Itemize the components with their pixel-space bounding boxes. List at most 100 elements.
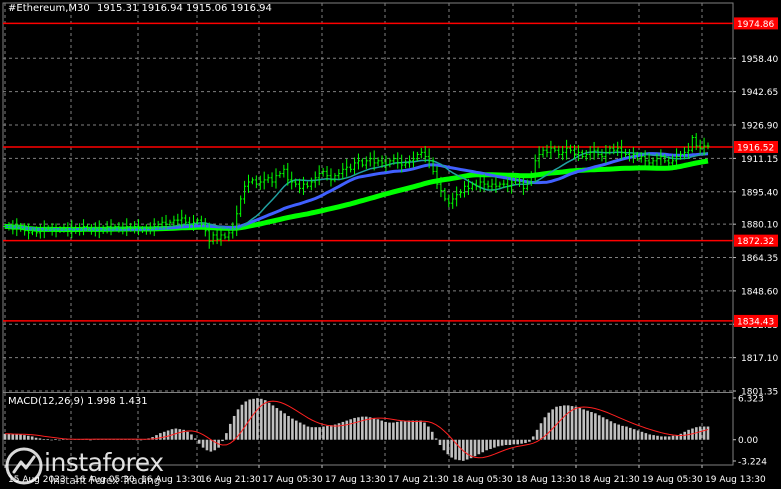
price-tick-label: 1817.10 bbox=[741, 354, 778, 364]
macd-histogram-bar bbox=[244, 401, 248, 440]
moving-averages bbox=[5, 151, 709, 232]
macd-histogram-bar bbox=[333, 424, 337, 440]
macd-histogram-bar bbox=[368, 417, 372, 440]
price-bar bbox=[298, 178, 302, 194]
macd-histogram-bar bbox=[306, 426, 310, 440]
macd-histogram-bar bbox=[415, 420, 419, 440]
macd-histogram-bar bbox=[279, 410, 283, 440]
macd-histogram-bar bbox=[578, 408, 582, 440]
macd-histogram-bar bbox=[178, 429, 182, 440]
macd-histogram-bar bbox=[617, 424, 620, 440]
macd-histogram-bar bbox=[547, 412, 551, 440]
macd-histogram-bar bbox=[601, 417, 605, 440]
price-bar bbox=[600, 149, 604, 162]
price-bar bbox=[305, 181, 309, 189]
macd-histogram-bar bbox=[629, 427, 632, 440]
price-bar bbox=[455, 186, 459, 207]
macd-histogram-bar bbox=[438, 439, 442, 446]
price-bar bbox=[537, 146, 541, 169]
price-bar bbox=[274, 168, 278, 189]
price-bar bbox=[27, 223, 31, 240]
macd-histogram-bar bbox=[434, 438, 438, 440]
macd-histogram-bar bbox=[314, 427, 318, 440]
macd-histogram-bar bbox=[632, 429, 636, 440]
macd-histogram-bar bbox=[228, 423, 232, 440]
macd-histogram-bar bbox=[27, 435, 30, 440]
macd-histogram-bar bbox=[500, 439, 504, 446]
price-bar bbox=[592, 141, 596, 160]
macd-histogram-bar bbox=[159, 433, 162, 440]
macd-histogram-bar bbox=[50, 439, 53, 441]
price-chart[interactable]: 1958.40 1942.65 1926.90 1911.15 1895.40 1880.… bbox=[0, 0, 781, 489]
macd-histogram-bar bbox=[209, 439, 213, 452]
price-bar bbox=[278, 170, 282, 178]
instaforex-emblem-icon bbox=[5, 447, 43, 485]
price-bar bbox=[250, 177, 254, 185]
price-bar bbox=[368, 152, 372, 167]
macd-histogram-bar bbox=[162, 431, 166, 440]
price-tick-label: 1911.15 bbox=[741, 155, 778, 165]
macd-histogram-bar bbox=[644, 433, 648, 440]
macd-histogram-bar bbox=[302, 424, 306, 440]
price-bar bbox=[451, 192, 455, 209]
macd-histogram-bar bbox=[283, 413, 286, 440]
price-bar bbox=[329, 168, 333, 187]
macd-histogram-bar bbox=[605, 419, 609, 440]
price-bar bbox=[463, 180, 467, 198]
macd-histogram-bar bbox=[345, 420, 349, 440]
macd-histogram-bar bbox=[256, 398, 259, 440]
macd-histogram-bar bbox=[458, 439, 461, 461]
price-bar bbox=[388, 158, 392, 168]
macd-histogram-bar bbox=[450, 439, 453, 458]
macd-histogram-bar bbox=[341, 421, 345, 440]
macd-histogram-bar bbox=[667, 436, 671, 440]
macd-histogram-bar bbox=[19, 434, 22, 440]
macd-histogram-bar bbox=[648, 434, 652, 440]
price-tick-label: 1926.90 bbox=[741, 122, 778, 132]
macd-histogram-bar bbox=[194, 438, 197, 440]
macd-histogram-bar bbox=[427, 426, 430, 440]
price-bar bbox=[333, 173, 337, 183]
macd-histogram-bar bbox=[399, 421, 403, 440]
price-bar bbox=[419, 147, 423, 159]
macd-histogram-bar bbox=[322, 426, 325, 440]
macd-label: MACD(12,26,9) 1.998 1.431 bbox=[8, 396, 148, 407]
macd-histogram-bar bbox=[42, 439, 46, 440]
macd-histogram-bar bbox=[267, 402, 271, 440]
price-bar bbox=[211, 231, 215, 245]
macd-histogram-bar bbox=[528, 439, 531, 442]
macd-histogram-bar bbox=[287, 415, 290, 440]
price-bar bbox=[337, 169, 341, 180]
price-bar bbox=[239, 195, 243, 217]
price-bar bbox=[353, 157, 357, 175]
macd-histogram-bar bbox=[349, 419, 352, 440]
macd-histogram-bar bbox=[520, 439, 523, 444]
price-bar bbox=[443, 187, 447, 202]
price-bar bbox=[223, 232, 227, 240]
macd-histogram-bar bbox=[275, 408, 279, 440]
price-bar bbox=[690, 134, 694, 153]
macd-histogram-bar bbox=[271, 405, 275, 440]
price-bar bbox=[309, 177, 313, 191]
price-bar bbox=[54, 223, 58, 238]
price-bar bbox=[341, 162, 345, 180]
macd-histogram-bar bbox=[508, 439, 512, 446]
macd-histogram-bar bbox=[442, 439, 446, 451]
macd-histogram-bar bbox=[7, 433, 11, 440]
macd-histogram-bar bbox=[89, 439, 92, 441]
macd-histogram-bar bbox=[58, 439, 61, 441]
price-bar bbox=[215, 229, 219, 245]
price-bar bbox=[360, 158, 364, 168]
macd-histogram-bar bbox=[205, 439, 209, 451]
price-bar bbox=[235, 205, 239, 237]
macd-histogram-bar bbox=[660, 436, 663, 440]
macd-histogram-bar bbox=[34, 437, 38, 440]
macd-histogram-bar bbox=[597, 415, 601, 440]
macd-histogram-bar bbox=[252, 398, 255, 440]
price-bar bbox=[317, 165, 321, 186]
price-bar bbox=[262, 171, 266, 190]
time-tick-label: 18 Aug 21:30 bbox=[579, 475, 640, 485]
instaforex-logo: instaforex Instant Forex Trading bbox=[4, 446, 182, 488]
macd-histogram-bar bbox=[395, 421, 399, 440]
price-bar bbox=[246, 174, 250, 193]
